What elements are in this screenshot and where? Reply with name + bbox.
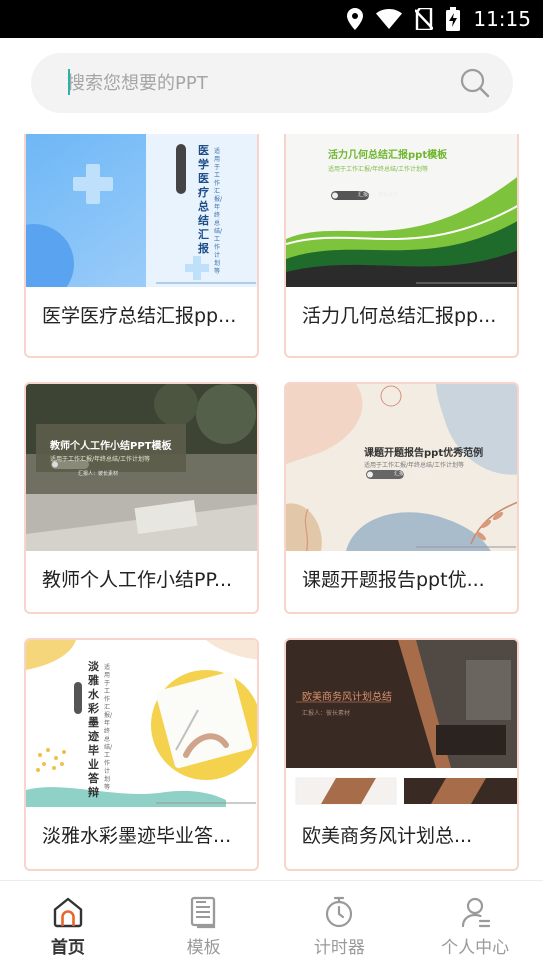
template-title[interactable]: 教师个人工作小结PP... xyxy=(26,551,257,609)
template-card[interactable]: 医学医疗总结汇报 适用于工作汇报/年终总结/工作计划等 医学医疗总结汇报pp..… xyxy=(24,134,259,358)
medical-thumbnail-art xyxy=(26,134,257,287)
thumbnail-subtitle: 适用于工作汇报/年终总结/工作计划等 xyxy=(50,456,151,463)
template-card[interactable]: 教师个人工作小结PPT模板 适用于工作汇报/年终总结/工作计划等 汇报人：彼长素… xyxy=(24,382,259,614)
no-sim-icon xyxy=(415,8,434,30)
status-time: 11:15 xyxy=(473,7,531,31)
timer-icon xyxy=(326,896,353,928)
template-title[interactable]: 课题开题报告ppt优... xyxy=(286,551,517,609)
watercolor-ink-thumbnail-art xyxy=(26,640,257,807)
nav-label-template: 模板 xyxy=(186,938,221,958)
thumbnail-subtitle: 适用于工作汇报/年终总结/工作计划等 xyxy=(364,462,465,469)
thumbnail-subtitle: 适用于工作汇报/年终总结/工作计划等 xyxy=(104,664,113,791)
template-title[interactable]: 淡雅水彩墨迹毕业答... xyxy=(26,807,257,865)
template-title[interactable]: 欧美商务风计划总... xyxy=(286,807,517,865)
template-thumbnail[interactable]: 活力几何总结汇报ppt模板 适用于工作汇报/年终总结/工作计划等 汇报人：彼长素… xyxy=(286,134,517,287)
thumbnail-title: 欧美商务风计划总结 xyxy=(302,692,392,703)
thumbnail-title: 淡雅水彩墨迹毕业答辩 xyxy=(88,660,99,799)
wifi-icon xyxy=(376,9,403,29)
nav-item-timer[interactable]: 计时器 xyxy=(272,881,408,967)
status-icons: 11:15 xyxy=(347,0,531,38)
nav-item-profile[interactable]: 个人中心 xyxy=(407,881,543,967)
template-card[interactable]: 课题开题报告ppt优秀范例 适用于工作汇报/年终总结/工作计划等 汇报人：彼长素… xyxy=(284,382,519,614)
nav-item-template[interactable]: 模板 xyxy=(136,881,272,967)
desk-photo-thumbnail-art xyxy=(26,384,257,551)
nav-label-timer: 计时器 xyxy=(313,938,365,958)
template-thumbnail[interactable]: 课题开题报告ppt优秀范例 适用于工作汇报/年终总结/工作计划等 汇报人：彼长素… xyxy=(286,384,517,551)
battery-charging-icon xyxy=(446,7,461,31)
thumbnail-subtitle: 汇报人：彼长素材 xyxy=(302,710,351,717)
profile-icon xyxy=(462,897,491,928)
thumbnail-subtitle: 适用于工作汇报/年终总结/工作计划等 xyxy=(328,166,429,173)
template-thumbnail[interactable]: 淡雅水彩墨迹毕业答辩 适用于工作汇报/年终总结/工作计划等 xyxy=(26,640,257,807)
search-bar[interactable] xyxy=(31,53,513,113)
template-title[interactable]: 活力几何总结汇报pp... xyxy=(286,287,517,345)
thumbnail-presenter: 汇报人：彼长素材 xyxy=(394,471,435,477)
thumbnail-title: 活力几何总结汇报ppt模板 xyxy=(328,150,448,161)
home-icon xyxy=(53,897,83,928)
thumbnail-presenter: 汇报人：彼长素材 xyxy=(78,471,119,477)
thumbnail-subtitle: 适用于工作汇报/年终总结/工作计划等 xyxy=(214,148,223,275)
business-thumbnail-art xyxy=(286,640,517,807)
nav-label-profile: 个人中心 xyxy=(441,938,510,958)
template-thumbnail[interactable]: 医学医疗总结汇报 适用于工作汇报/年终总结/工作计划等 xyxy=(26,134,257,287)
location-icon xyxy=(347,8,364,30)
search-input[interactable] xyxy=(67,65,447,101)
thumbnail-title: 医学医疗总结汇报 xyxy=(198,144,209,255)
thumbnail-title: 教师个人工作小结PPT模板 xyxy=(50,441,172,452)
bottom-navigation: 首页 模板 计时器 个人中心 xyxy=(0,880,543,967)
nav-label-home: 首页 xyxy=(50,938,85,958)
template-title[interactable]: 医学医疗总结汇报pp... xyxy=(26,287,257,345)
template-thumbnail[interactable]: 教师个人工作小结PPT模板 适用于工作汇报/年终总结/工作计划等 汇报人：彼长素… xyxy=(26,384,257,551)
template-grid[interactable]: 医学医疗总结汇报 适用于工作汇报/年终总结/工作计划等 医学医疗总结汇报pp..… xyxy=(0,134,543,880)
thumbnail-title: 课题开题报告ppt优秀范例 xyxy=(364,448,484,459)
template-icon xyxy=(190,896,215,929)
template-card[interactable]: 淡雅水彩墨迹毕业答辩 适用于工作汇报/年终总结/工作计划等 淡雅水彩墨迹毕业答.… xyxy=(24,638,259,871)
text-caret xyxy=(68,69,70,95)
template-card[interactable]: 欧美商务风计划总结 汇报人：彼长素材 欧美商务风计划总... xyxy=(284,638,519,871)
template-thumbnail[interactable]: 欧美商务风计划总结 汇报人：彼长素材 xyxy=(286,640,517,807)
thumbnail-presenter: 汇报人：彼长素材 xyxy=(358,192,399,198)
template-card[interactable]: 活力几何总结汇报ppt模板 适用于工作汇报/年终总结/工作计划等 汇报人：彼长素… xyxy=(284,134,519,358)
nav-item-home[interactable]: 首页 xyxy=(0,881,136,967)
search-icon[interactable] xyxy=(459,67,491,99)
status-bar: 11:15 xyxy=(0,0,543,38)
